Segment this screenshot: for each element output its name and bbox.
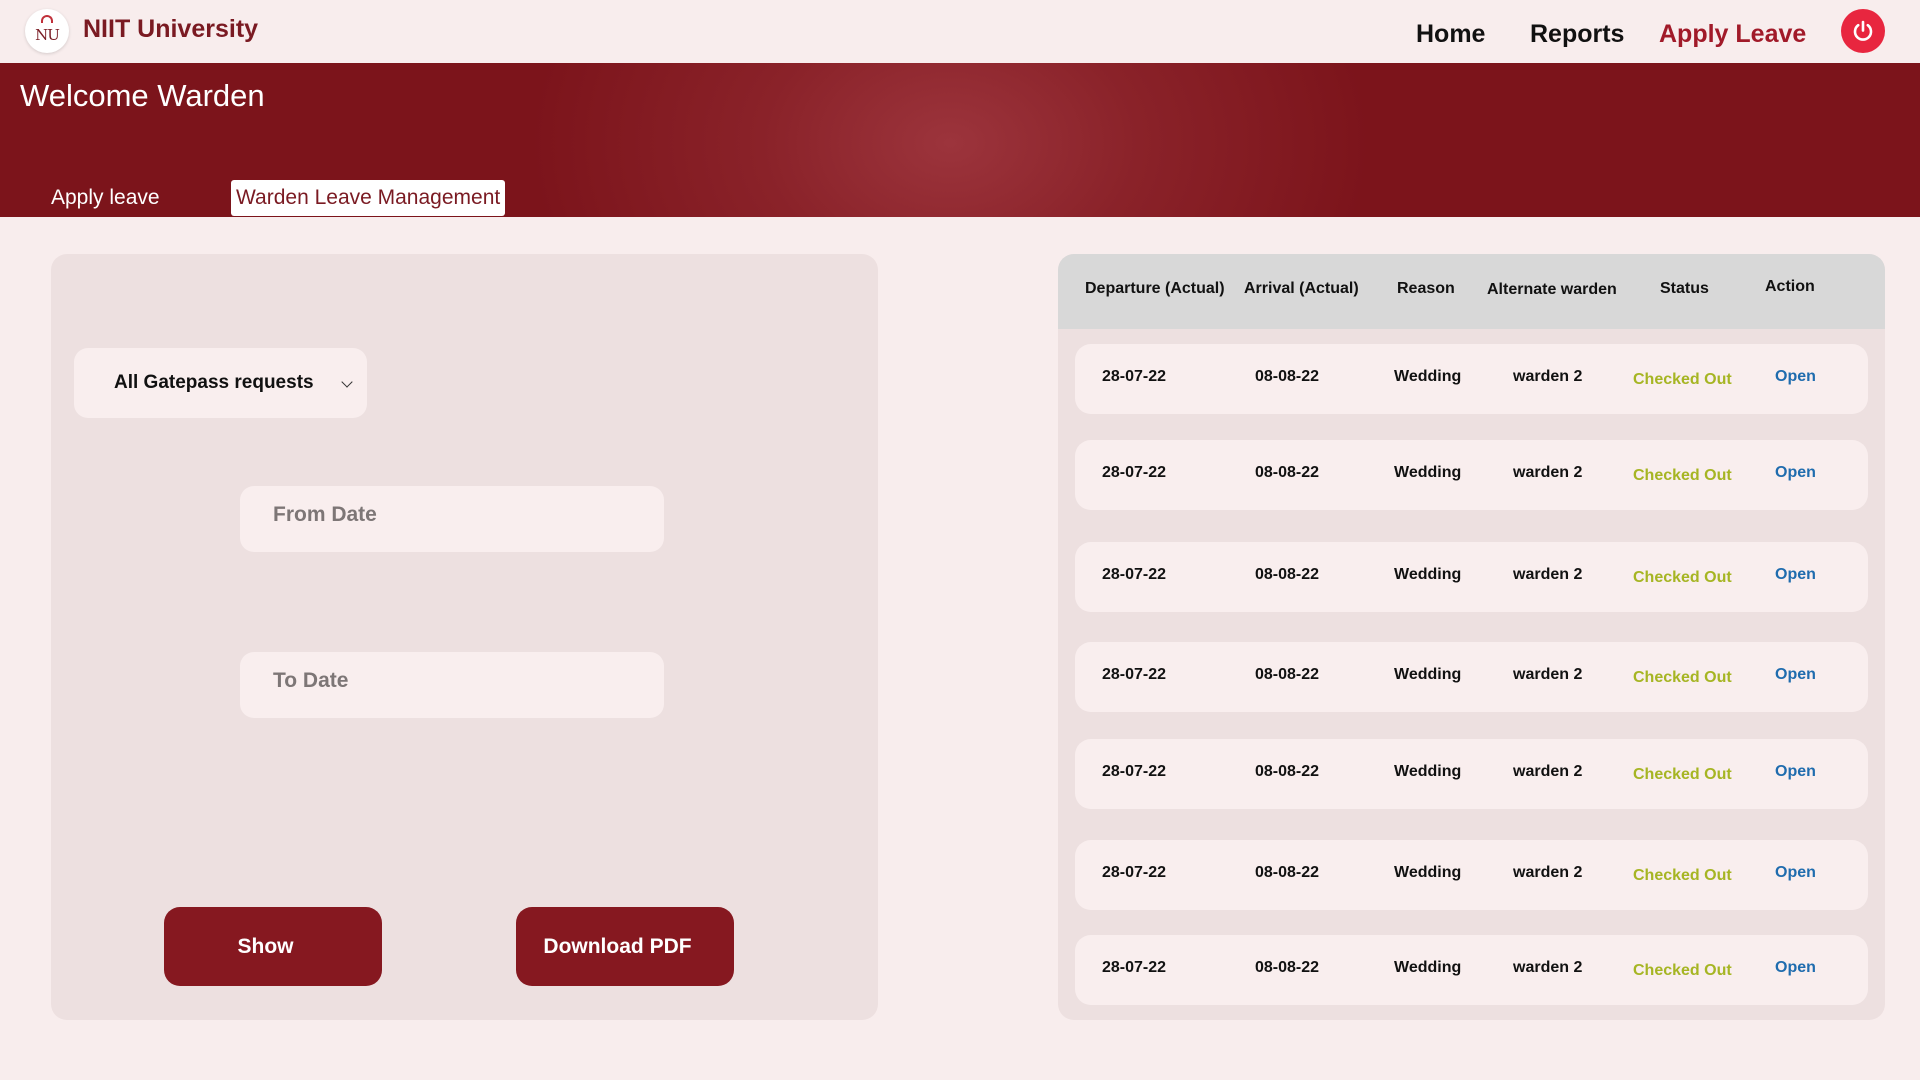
cell-reason: Wedding [1394, 864, 1462, 881]
cell-departure: 28-07-22 [1102, 566, 1167, 583]
table-row: 28-07-22 08-08-22 Wedding warden 2 Check… [1075, 840, 1868, 910]
table-row: 28-07-22 08-08-22 Wedding warden 2 Check… [1075, 542, 1868, 612]
crest-icon [41, 15, 53, 23]
cell-alternate-warden: warden 2 [1513, 864, 1583, 881]
cell-arrival: 08-08-22 [1255, 763, 1320, 780]
cell-status: Checked Out [1633, 569, 1732, 586]
cell-arrival: 08-08-22 [1255, 566, 1320, 583]
cell-arrival: 08-08-22 [1255, 864, 1320, 881]
power-icon [1853, 20, 1873, 41]
cell-departure: 28-07-22 [1102, 763, 1167, 780]
cell-reason: Wedding [1394, 666, 1462, 683]
cell-arrival: 08-08-22 [1255, 368, 1320, 385]
table-row: 28-07-22 08-08-22 Wedding warden 2 Check… [1075, 642, 1868, 712]
cell-status: Checked Out [1633, 766, 1732, 783]
table-row: 28-07-22 08-08-22 Wedding warden 2 Check… [1075, 440, 1868, 510]
cell-reason: Wedding [1394, 566, 1462, 583]
cell-alternate-warden: warden 2 [1513, 666, 1583, 683]
nav-home[interactable]: Home [1416, 20, 1485, 49]
cell-status: Checked Out [1633, 371, 1732, 388]
open-link[interactable]: Open [1775, 666, 1816, 684]
nav-reports[interactable]: Reports [1530, 20, 1624, 49]
header-reason: Reason [1397, 280, 1455, 297]
table-row: 28-07-22 08-08-22 Wedding warden 2 Check… [1075, 344, 1868, 414]
open-link[interactable]: Open [1775, 464, 1816, 482]
cell-alternate-warden: warden 2 [1513, 959, 1583, 976]
open-link[interactable]: Open [1775, 763, 1816, 781]
cell-reason: Wedding [1394, 368, 1462, 385]
top-navbar: NU NIIT University Home Reports Apply Le… [0, 0, 1920, 63]
open-link[interactable]: Open [1775, 566, 1816, 584]
cell-arrival: 08-08-22 [1255, 666, 1320, 683]
header-alternate-warden: Alternate warden [1487, 281, 1617, 298]
cell-departure: 28-07-22 [1102, 368, 1167, 385]
gatepass-filter-select[interactable]: All Gatepass requests [74, 348, 367, 418]
tab-warden-leave-management[interactable]: Warden Leave Management [231, 180, 506, 216]
chevron-down-icon [341, 376, 353, 388]
header-status: Status [1660, 280, 1709, 297]
cell-arrival: 08-08-22 [1255, 959, 1320, 976]
tab-apply-leave[interactable]: Apply leave [46, 180, 165, 216]
header-action: Action [1765, 278, 1815, 295]
cell-status: Checked Out [1633, 669, 1732, 686]
cell-alternate-warden: warden 2 [1513, 566, 1583, 583]
header-arrival: Arrival (Actual) [1244, 280, 1359, 297]
select-value: All Gatepass requests [114, 372, 314, 393]
logo-text: NU [35, 26, 60, 44]
to-date-input[interactable] [240, 652, 664, 718]
cell-alternate-warden: warden 2 [1513, 368, 1583, 385]
filter-panel: All Gatepass requests Show Download PDF [51, 254, 878, 1020]
table-row: 28-07-22 08-08-22 Wedding warden 2 Check… [1075, 739, 1868, 809]
cell-departure: 28-07-22 [1102, 864, 1167, 881]
cell-departure: 28-07-22 [1102, 959, 1167, 976]
cell-status: Checked Out [1633, 867, 1732, 884]
open-link[interactable]: Open [1775, 864, 1816, 882]
cell-status: Checked Out [1633, 467, 1732, 484]
brand-name[interactable]: NIIT University [83, 15, 258, 44]
from-date-input[interactable] [240, 486, 664, 552]
cell-reason: Wedding [1394, 464, 1462, 481]
cell-arrival: 08-08-22 [1255, 464, 1320, 481]
open-link[interactable]: Open [1775, 368, 1816, 386]
open-link[interactable]: Open [1775, 959, 1816, 977]
welcome-title: Welcome Warden [20, 78, 265, 113]
cell-alternate-warden: warden 2 [1513, 464, 1583, 481]
cell-departure: 28-07-22 [1102, 666, 1167, 683]
cell-reason: Wedding [1394, 763, 1462, 780]
table-row: 28-07-22 08-08-22 Wedding warden 2 Check… [1075, 935, 1868, 1005]
cell-alternate-warden: warden 2 [1513, 763, 1583, 780]
logout-button[interactable] [1841, 9, 1885, 53]
header-departure: Departure (Actual) [1085, 280, 1225, 297]
show-button[interactable]: Show [164, 907, 382, 986]
cell-departure: 28-07-22 [1102, 464, 1167, 481]
university-logo[interactable]: NU [25, 9, 69, 53]
welcome-banner: Welcome Warden Apply leave Warden Leave … [0, 63, 1920, 217]
nav-apply-leave[interactable]: Apply Leave [1659, 20, 1806, 49]
cell-status: Checked Out [1633, 962, 1732, 979]
leave-table: Departure (Actual) Arrival (Actual) Reas… [1058, 254, 1885, 1020]
table-header: Departure (Actual) Arrival (Actual) Reas… [1058, 254, 1885, 329]
cell-reason: Wedding [1394, 959, 1462, 976]
download-pdf-button[interactable]: Download PDF [516, 907, 734, 986]
